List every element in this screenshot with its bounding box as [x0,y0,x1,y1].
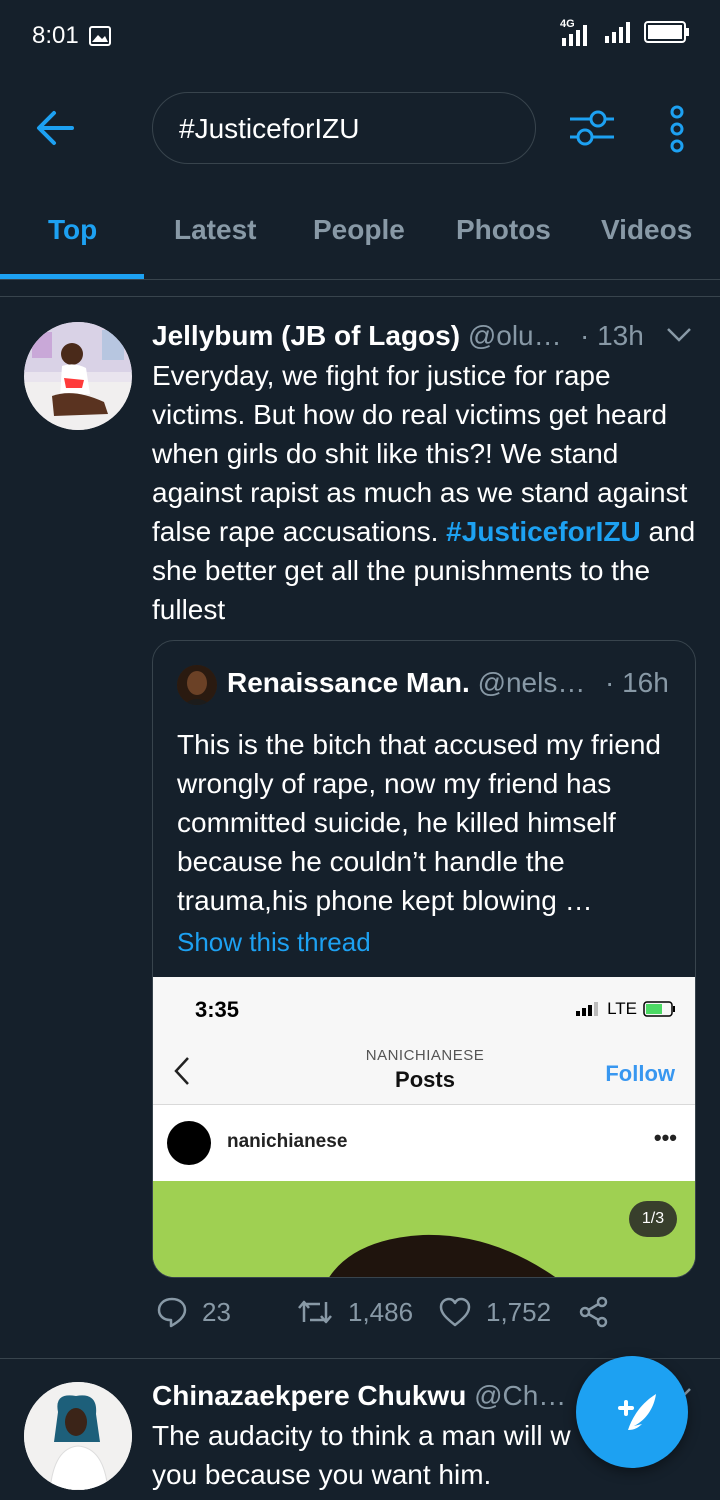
quoted-author[interactable]: Renaissance Man. @nels… [227,667,585,699]
media-page-indicator: 1/3 [629,1201,677,1237]
share-button[interactable] [578,1296,610,1328]
tweet-actions: 23 1,486 1,752 [152,1296,672,1342]
search-query: #JusticeforIZU [179,113,360,144]
compose-feather-icon [618,1394,656,1430]
author-handle: @Ch… [474,1380,567,1411]
sliders-icon [570,110,614,146]
media-network: LTE [575,999,677,1019]
reply-count: 23 [202,1296,231,1327]
status-bar: 8:01 4G [0,0,720,72]
media-battery-icon [643,1001,675,1017]
avatar[interactable] [24,322,132,430]
media-status-bar: 3:35 LTE [153,977,695,1039]
tab-latest[interactable]: Latest [174,214,256,246]
share-icon [579,1296,608,1328]
avatar-photo [24,1382,132,1490]
retweet-count: 1,486 [348,1296,414,1327]
author-name: Jellybum (JB of Lagos) [152,320,461,351]
search-filter-button[interactable] [566,106,618,150]
tab-videos[interactable]: Videos [601,214,692,246]
quoted-avatar-photo [177,665,217,705]
author-handle: @olu… [467,320,562,351]
divider [0,296,720,297]
tweet-menu-button[interactable] [666,326,692,349]
image-notification-icon [88,24,112,53]
avatar-photo [24,322,132,430]
media-username: nanichianese [227,1131,348,1152]
vertical-dots-icon [670,105,684,153]
tab-people[interactable]: People [313,214,405,246]
media-photo-image [153,1181,695,1277]
avatar[interactable] [24,1382,132,1490]
media-status-time: 3:35 [195,997,240,1022]
media-header: NANICHIANESE Posts Follow [153,1039,695,1105]
compose-tweet-button[interactable] [576,1356,688,1468]
more-options-button[interactable] [664,104,690,154]
search-tabs: Top Latest People Photos Videos [0,182,720,280]
search-input[interactable]: #JusticeforIZU [152,92,536,164]
media-more-icon: ••• [653,1125,677,1150]
search-header: #JusticeforIZU [0,72,720,182]
quoted-avatar[interactable] [177,665,217,705]
arrow-left-icon [37,111,74,145]
like-count: 1,752 [486,1296,552,1327]
back-button[interactable] [32,108,78,148]
reply-icon [157,1297,187,1328]
heart-icon [439,1297,471,1327]
show-thread-link[interactable]: Show this thread [177,927,371,958]
tweet-text: Everyday, we fight for justice for rape … [152,356,700,629]
quoted-author-handle: @nels… [477,667,586,698]
tweet-text: The audacity to think a man will w you b… [152,1420,571,1490]
quoted-author-name: Renaissance Man. [227,667,470,698]
tweet-author[interactable]: Chinazaekpere Chukwu @Ch… [152,1380,566,1412]
media-user-row: nanichianese ••• [153,1105,695,1181]
status-time: 8:01 [32,22,79,49]
media-follow-label: Follow [605,1061,675,1086]
tab-photos[interactable]: Photos [456,214,551,246]
signal-4g-icon: 4G [560,18,594,48]
retweet-button[interactable]: 1,486 [296,1296,413,1328]
author-name: Chinazaekpere Chukwu [152,1380,467,1411]
reply-button[interactable]: 23 [156,1296,231,1328]
retweet-icon [298,1300,332,1324]
like-button[interactable]: 1,752 [438,1296,551,1328]
media-network-label: LTE [607,999,637,1018]
quoted-tweet[interactable]: Renaissance Man. @nels… · 16h This is th… [152,640,696,1278]
battery-icon [644,20,690,49]
quoted-text: This is the bitch that accused my friend… [177,729,661,916]
active-tab-indicator [0,274,144,279]
chevron-down-icon [667,328,691,342]
tweet-time: · 13h [580,320,644,351]
tweet-author[interactable]: Jellybum (JB of Lagos) @olu… [152,320,562,352]
quoted-time: · 16h [605,667,669,698]
quoted-media[interactable]: 3:35 LTE NANICHIANESE Posts Follow nanic… [153,977,695,1277]
tab-top[interactable]: Top [48,214,97,246]
media-user-avatar [167,1121,211,1165]
hashtag-link[interactable]: #JusticeforIZU [446,516,641,547]
signal-icon [604,20,634,49]
media-photo: 1/3 [153,1181,695,1277]
media-signal-icon [576,1002,599,1016]
